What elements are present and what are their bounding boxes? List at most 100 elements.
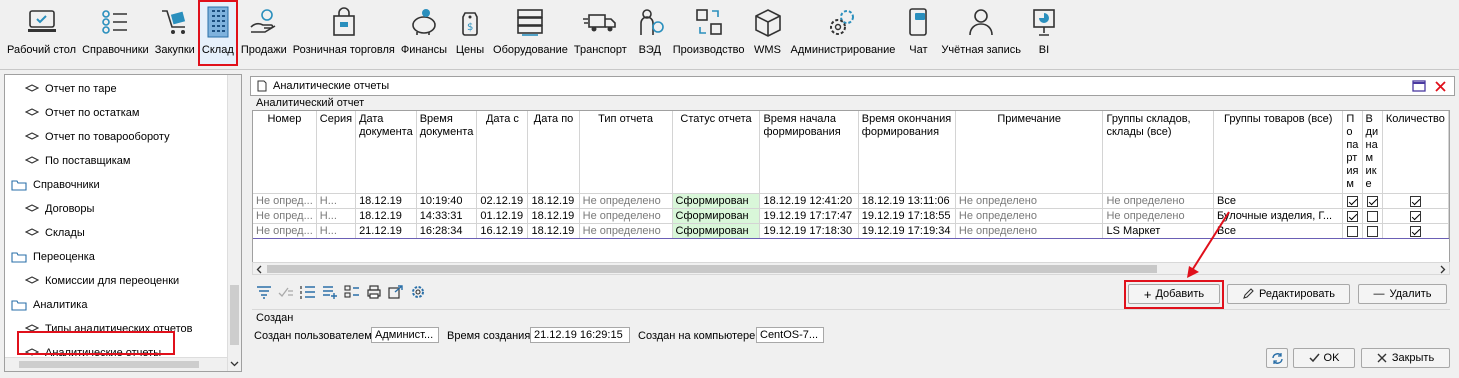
col-in-dynamics[interactable]: В динамике	[1362, 111, 1383, 194]
cell-doc-date[interactable]: 18.12.19	[355, 193, 417, 209]
checkbox-checked[interactable]	[1409, 210, 1421, 222]
cell-by-batches[interactable]	[1342, 223, 1363, 239]
col-number[interactable]: Номер	[253, 111, 317, 194]
col-date-to[interactable]: Дата по	[527, 111, 580, 194]
tree-item-stock-report[interactable]: Отчет по остаткам	[25, 104, 139, 122]
ok-button[interactable]: OK	[1293, 348, 1355, 368]
col-by-batches[interactable]: По партиям	[1342, 111, 1363, 194]
table-row[interactable]: Не опред... Н... 18.12.19 10:19:40 02.12…	[253, 193, 1449, 209]
checkbox-checked[interactable]	[1409, 195, 1421, 207]
toolbar-wms[interactable]: WMS	[748, 0, 788, 66]
cell-series[interactable]: Н...	[316, 193, 357, 209]
cell-by-batches[interactable]	[1342, 193, 1363, 209]
close-icon[interactable]	[1435, 81, 1446, 92]
toolbar-references[interactable]: Справочники	[79, 0, 152, 66]
cell-number[interactable]: Не опред...	[253, 223, 317, 239]
tree-item-by-suppliers[interactable]: По поставщикам	[25, 152, 130, 170]
checkbox-unchecked[interactable]	[1366, 210, 1378, 222]
cell-in-dynamics[interactable]	[1362, 208, 1383, 224]
cell-doc-time[interactable]: 14:33:31	[416, 208, 478, 224]
check-filter-icon[interactable]	[278, 285, 294, 299]
toolbar-equipment[interactable]: Оборудование	[490, 0, 571, 66]
cell-end-time[interactable]: 18.12.19 13:11:06	[858, 193, 956, 209]
cell-note[interactable]: Не определено	[955, 223, 1104, 239]
table-row[interactable]: Не опред... Н... 18.12.19 14:33:31 01.12…	[253, 208, 1449, 224]
edit-button[interactable]: Редактировать	[1227, 284, 1350, 304]
cell-date-from[interactable]: 02.12.19	[476, 193, 529, 209]
scrollbar-thumb[interactable]	[267, 265, 1157, 273]
toolbar-bi[interactable]: BI	[1024, 0, 1064, 66]
cell-report-status[interactable]: Сформирован	[672, 208, 761, 224]
col-note[interactable]: Примечание	[955, 111, 1104, 194]
cell-date-to[interactable]: 18.12.19	[527, 193, 580, 209]
col-store-groups[interactable]: Группы складов, склады (все)	[1102, 111, 1215, 194]
col-report-status[interactable]: Статус отчета	[672, 111, 761, 194]
col-report-type[interactable]: Тип отчета	[579, 111, 673, 194]
col-doc-time[interactable]: Время документа	[416, 111, 478, 194]
cell-report-type[interactable]: Не определено	[579, 208, 673, 224]
maximize-icon[interactable]	[1412, 80, 1426, 92]
cell-quantity[interactable]	[1382, 223, 1449, 239]
cell-doc-time[interactable]: 10:19:40	[416, 193, 478, 209]
add-row-icon[interactable]	[322, 285, 338, 299]
col-doc-date[interactable]: Дата документа	[355, 111, 417, 194]
horizontal-scrollbar[interactable]	[5, 357, 227, 371]
chevron-right-icon[interactable]	[1440, 265, 1446, 274]
cell-report-status[interactable]: Сформирован	[672, 193, 761, 209]
cell-date-to[interactable]: 18.12.19	[527, 208, 580, 224]
checkbox-checked[interactable]	[1346, 195, 1358, 207]
checkbox-checked[interactable]	[1409, 225, 1421, 237]
created-user-field[interactable]: Админист...	[371, 327, 439, 343]
created-host-field[interactable]: CentOS-7...	[756, 327, 824, 343]
toolbar-finance[interactable]: Финансы	[398, 0, 450, 66]
cell-quantity[interactable]	[1382, 193, 1449, 209]
tree-folder-revaluation[interactable]: Переоценка	[11, 248, 95, 266]
tree-item-revaluation-commissions[interactable]: Комиссии для переоценки	[25, 272, 179, 290]
cell-by-batches[interactable]	[1342, 208, 1363, 224]
grid-settings-icon[interactable]	[344, 285, 360, 299]
col-end-time[interactable]: Время окончания формирования	[858, 111, 956, 194]
cell-doc-date[interactable]: 18.12.19	[355, 208, 417, 224]
tree-folder-references[interactable]: Справочники	[11, 176, 100, 194]
tree-item-turnover-report[interactable]: Отчет по товарообороту	[25, 128, 170, 146]
toolbar-purchases[interactable]: Закупки	[152, 0, 198, 66]
toolbar-warehouse[interactable]: Склад	[197, 0, 238, 66]
tree-item-warehouses[interactable]: Склады	[25, 224, 85, 242]
table-row-selected[interactable]: Не опред... Н... 21.12.19 16:28:34 16.12…	[253, 223, 1449, 239]
cell-start-time[interactable]: 19.12.19 17:18:30	[759, 223, 859, 239]
toolbar-retail[interactable]: Розничная торговля	[290, 0, 398, 66]
cell-number[interactable]: Не опред...	[253, 208, 317, 224]
toolbar-admin[interactable]: Администрирование	[788, 0, 899, 66]
chevron-left-icon[interactable]	[256, 265, 262, 274]
cell-start-time[interactable]: 19.12.19 17:17:47	[759, 208, 859, 224]
cell-in-dynamics[interactable]	[1362, 193, 1383, 209]
cell-goods-groups[interactable]: Все	[1213, 193, 1344, 209]
cell-end-time[interactable]: 19.12.19 17:19:34	[858, 223, 956, 239]
checkbox-unchecked[interactable]	[1366, 225, 1378, 237]
cell-quantity[interactable]	[1382, 208, 1449, 224]
cell-date-from[interactable]: 01.12.19	[476, 208, 529, 224]
checkbox-checked[interactable]	[1346, 210, 1358, 222]
cell-start-time[interactable]: 18.12.19 12:41:20	[759, 193, 859, 209]
cell-doc-date[interactable]: 21.12.19	[355, 223, 417, 239]
toolbar-desktop[interactable]: Рабочий стол	[4, 0, 79, 66]
cell-note[interactable]: Не определено	[955, 208, 1104, 224]
tree-folder-analytics[interactable]: Аналитика	[11, 296, 87, 314]
refresh-button[interactable]	[1266, 348, 1288, 368]
cell-series[interactable]: Н...	[316, 223, 357, 239]
chevron-down-icon[interactable]	[230, 361, 239, 367]
checkbox-unchecked[interactable]	[1346, 225, 1358, 237]
cell-doc-time[interactable]: 16:28:34	[416, 223, 478, 239]
cell-report-type[interactable]: Не определено	[579, 193, 673, 209]
filter-icon[interactable]	[256, 285, 272, 299]
cell-note[interactable]: Не определено	[955, 193, 1104, 209]
cell-date-to[interactable]: 18.12.19	[527, 223, 580, 239]
numbered-list-icon[interactable]	[300, 285, 316, 299]
toolbar-chat[interactable]: Чат	[898, 0, 938, 66]
settings-gear-icon[interactable]	[410, 284, 426, 300]
checkbox-checked[interactable]	[1366, 195, 1378, 207]
print-icon[interactable]	[366, 285, 382, 299]
toolbar-account[interactable]: Учётная запись	[938, 0, 1024, 66]
close-button[interactable]: Закрыть	[1361, 348, 1450, 368]
cell-report-type[interactable]: Не определено	[579, 223, 673, 239]
